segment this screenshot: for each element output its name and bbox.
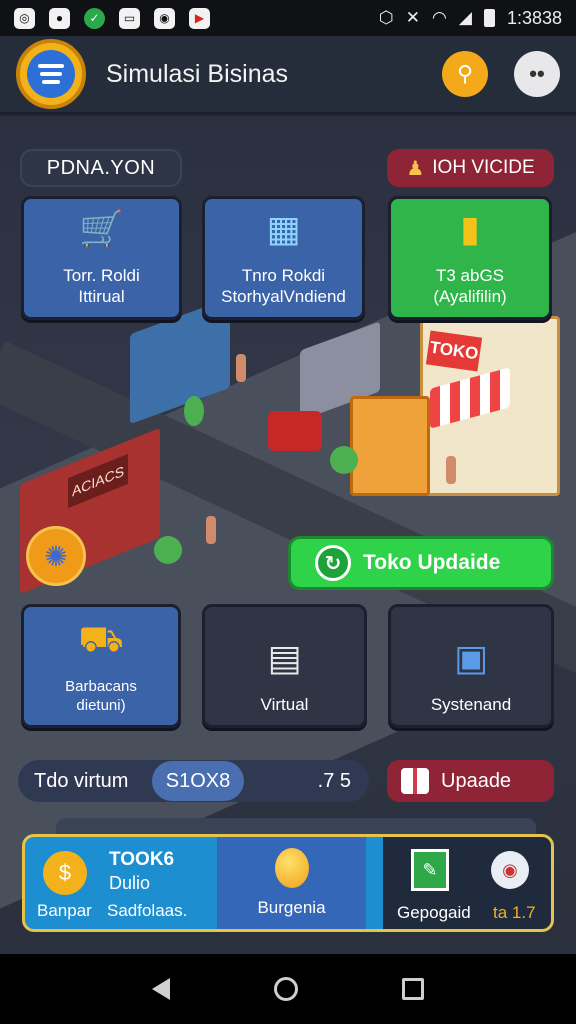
dashboard-balance[interactable]: $ TOOK6 Dulio Banpar Sadfolaas.: [33, 843, 217, 925]
card-label: StorhyalVndiend: [221, 287, 346, 306]
stats-bar: Tdo virtum S1OX8 .7 5: [18, 760, 369, 802]
battery-icon: [483, 9, 495, 27]
media-icon: ◉: [154, 7, 175, 29]
bin-icon: ▮: [460, 208, 480, 249]
card-upgrade[interactable]: ▮ T3 abGS (Ayalifilin): [388, 196, 552, 320]
card-label: Barbacans: [65, 678, 137, 695]
search-button[interactable]: ⚲: [442, 51, 488, 97]
record-icon: ●: [49, 7, 70, 29]
status-bar: ◎ ● ✓ ▭ ◉ ▶ ⬡ ✕ ◠ ◢ 1:3838: [0, 0, 576, 36]
game-scene[interactable]: TOKO ACIACS PDNA.YON ♟ IOH VICIDE 🛒 Torr…: [0, 116, 576, 954]
vpn-icon: ⬡: [378, 8, 394, 27]
signal-icon: ◢: [458, 8, 472, 27]
app-header: Simulasi Bisinas ⚲ ••: [0, 36, 576, 114]
report-icon: ✎: [411, 849, 449, 891]
card-delivery[interactable]: ⛟ Barbacans dietuni): [21, 604, 181, 728]
stats-label: Tdo virtum: [34, 769, 129, 792]
upgrade-button[interactable]: Upaade: [387, 760, 554, 802]
back-icon[interactable]: [152, 978, 170, 1000]
shopper: [236, 354, 246, 382]
card-label: Ittirual: [78, 287, 125, 306]
golden-egg-icon: [274, 848, 309, 888]
dashboard-bonus[interactable]: Burgenia: [217, 837, 366, 929]
gift-icon: [401, 768, 429, 794]
upgrade-button-label: Upaade: [441, 769, 512, 792]
card-label: Tnro Rokdi: [241, 266, 326, 285]
balance-label: Banpar: [37, 901, 92, 920]
card-label: Systenand: [430, 695, 512, 714]
card-stock[interactable]: ▦ Tnro Rokdi StorhyalVndiend: [202, 196, 365, 320]
clock: 1:3838: [506, 7, 562, 28]
dashboard-reports[interactable]: ✎ ◉ Gepogaid ta 1.7: [383, 837, 551, 929]
bonus-label: Burgenia: [257, 898, 326, 917]
plant-icon: [184, 396, 204, 426]
card-label: Torr. Roldi: [63, 266, 140, 285]
profile-chip[interactable]: ♟ IOH VICIDE: [387, 149, 554, 187]
bottom-dashboard: $ TOOK6 Dulio Banpar Sadfolaas. Burgenia…: [22, 834, 554, 932]
plant-icon: [154, 536, 182, 564]
toko-sign: TOKO: [425, 330, 483, 372]
shield-icon: ✓: [84, 7, 105, 29]
youtube-icon: ▶: [189, 7, 210, 29]
report-value: ta 1.7: [493, 903, 536, 922]
more-button[interactable]: ••: [514, 51, 560, 97]
notification-icons: ◎ ● ✓ ▭ ◉ ▶: [14, 7, 210, 29]
profile-chip-label: IOH VICIDE: [432, 157, 535, 178]
stats-value: .7 5: [317, 769, 351, 792]
app-logo-icon[interactable]: [16, 39, 86, 109]
system-status: ⬡ ✕ ◠ ◢ 1:3838: [379, 8, 562, 29]
card-toko-virtual[interactable]: 🛒 Torr. Roldi Ittirual: [21, 196, 182, 320]
crates-icon: ▣: [453, 637, 488, 678]
wifi-icon: ◠: [432, 8, 447, 27]
card-label: (Ayalifilin): [433, 287, 507, 306]
balance-label-2: Sadfolaas.: [107, 901, 188, 920]
cart-icon: 🛒: [79, 208, 124, 249]
truck-icon: ⛟: [78, 617, 124, 659]
stats-pill: S1OX8: [152, 761, 244, 801]
card-label: Virtual: [260, 695, 309, 714]
bluetooth-icon: ✕: [405, 8, 421, 27]
toko-update-button[interactable]: ↻ Toko Updaide: [288, 536, 554, 590]
robot-icon: ◉: [491, 851, 529, 889]
navigation-bar: [0, 954, 576, 1024]
player-name-chip[interactable]: PDNA.YON: [20, 149, 182, 187]
update-button-label: Toko Updaide: [363, 551, 501, 574]
shelves-icon: ▤: [267, 637, 302, 678]
balance-sub: Dulio: [109, 873, 151, 893]
user-icon: ♟: [406, 157, 425, 180]
boxes-icon: ▦: [266, 208, 301, 249]
kiosk[interactable]: [350, 396, 430, 496]
balance-value: TOOK6: [109, 849, 175, 870]
recents-icon[interactable]: [402, 978, 424, 1000]
shopping-cart: [268, 411, 322, 451]
search-icon: ⚲: [456, 61, 474, 86]
plant-icon: [330, 446, 358, 474]
card-label: T3 abGS: [435, 266, 505, 285]
shopper: [206, 516, 216, 544]
coin-icon: $: [43, 851, 87, 895]
camera-icon: ◎: [14, 7, 35, 29]
card-label: dietuni): [76, 697, 126, 714]
app-title: Simulasi Bisinas: [106, 59, 289, 88]
event-badge-icon[interactable]: ✺: [26, 526, 86, 586]
refresh-icon: ↻: [315, 545, 351, 581]
more-icon: ••: [529, 61, 545, 86]
home-icon[interactable]: [274, 977, 298, 1001]
gallery-icon: ▭: [119, 7, 140, 29]
report-label: Gepogaid: [397, 903, 471, 922]
card-virtual[interactable]: ▤ Virtual: [202, 604, 367, 728]
shopper: [446, 456, 456, 484]
card-system[interactable]: ▣ Systenand: [388, 604, 554, 728]
